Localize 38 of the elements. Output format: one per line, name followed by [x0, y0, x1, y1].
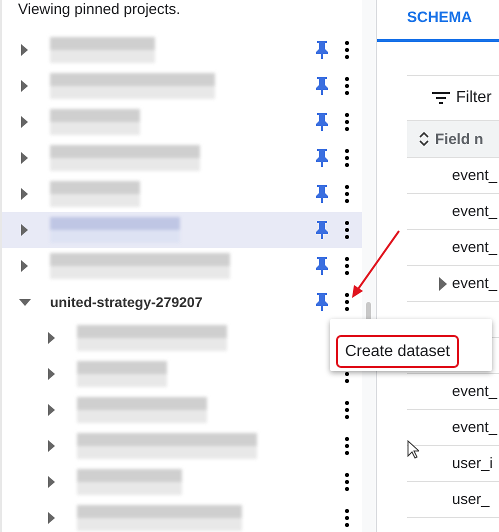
more-options-icon[interactable] [345, 41, 349, 59]
more-options-icon[interactable] [345, 473, 349, 491]
pin-icon[interactable] [315, 185, 329, 203]
pin-icon[interactable] [315, 257, 329, 275]
project-row[interactable]: united-strategy-279207 [2, 284, 362, 320]
field-name: event_ [452, 275, 498, 292]
field-name: user_ [452, 491, 490, 508]
menu-item[interactable]: Create dataset [338, 337, 457, 366]
more-options-icon[interactable] [345, 113, 349, 131]
more-options-icon[interactable] [345, 221, 349, 239]
pin-icon[interactable] [315, 77, 329, 95]
more-options-icon[interactable] [345, 293, 349, 311]
more-options-icon[interactable] [345, 257, 349, 275]
more-options-icon[interactable] [345, 437, 349, 455]
pin-icon[interactable] [315, 149, 329, 167]
more-options-icon[interactable] [345, 401, 349, 419]
field-name: event_ [452, 203, 498, 220]
more-options-icon[interactable] [345, 509, 349, 527]
pin-icon[interactable] [315, 293, 329, 311]
filter-label[interactable]: Filter [456, 89, 492, 107]
field-name: event_ [452, 419, 498, 436]
project-name[interactable]: united-strategy-279207 [50, 294, 203, 310]
pinned-notice: Viewing pinned projects. [18, 0, 182, 20]
field-name: user_i [452, 455, 493, 472]
filter-icon[interactable] [432, 92, 450, 104]
pin-icon[interactable] [315, 41, 329, 59]
more-options-icon[interactable] [345, 77, 349, 95]
more-options-icon[interactable] [345, 149, 349, 167]
pin-icon[interactable] [315, 113, 329, 131]
field-name: event_ [452, 239, 498, 256]
pin-icon[interactable] [315, 221, 329, 239]
expand-caret-icon[interactable] [439, 276, 447, 290]
field-name: event_ [452, 383, 498, 400]
mouse-pointer-icon [407, 440, 419, 459]
field-name: event_ [452, 167, 498, 184]
more-options-icon[interactable] [345, 185, 349, 203]
sort-icon[interactable] [419, 131, 429, 147]
schema-tab[interactable]: SCHEMA [407, 6, 472, 28]
